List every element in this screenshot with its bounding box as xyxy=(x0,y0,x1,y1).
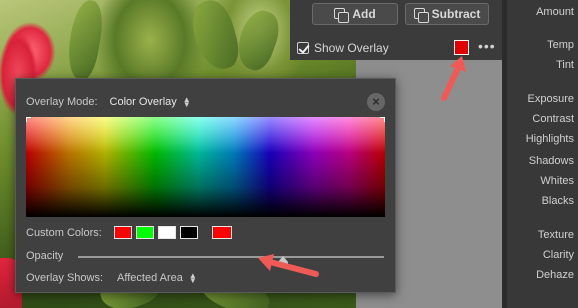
slider-label-amount: Amount xyxy=(536,6,574,18)
add-button-label: Add xyxy=(352,7,376,21)
custom-color-swatch[interactable] xyxy=(157,226,176,239)
app-window: Add Subtract Show Overlay ••• Amount Tem… xyxy=(0,0,578,308)
add-button[interactable]: Add xyxy=(312,3,398,25)
custom-color-swatch[interactable] xyxy=(113,226,132,239)
overlay-shows-value: Affected Area xyxy=(117,272,183,284)
opacity-label: Opacity xyxy=(26,250,64,262)
slider-label-shadows: Shadows xyxy=(528,155,574,167)
overlay-mode-label: Overlay Mode: xyxy=(26,96,98,108)
select-caret-icon: ▲ ▼ xyxy=(188,271,197,286)
overlay-mode-row: Overlay Mode: Color Overlay ▲ ▼ xyxy=(26,95,191,110)
spectrum-corner-marker xyxy=(26,117,31,122)
overlay-mode-select[interactable]: Color Overlay ▲ ▼ xyxy=(109,95,191,110)
overlay-settings-popover: Overlay Mode: Color Overlay ▲ ▼ × Custom C… xyxy=(15,78,396,293)
adjustments-panel: Amount Temp Tint Exposure Contrast Highl… xyxy=(507,0,578,308)
slider-label-blacks: Blacks xyxy=(541,195,574,207)
opacity-row: Opacity xyxy=(26,250,386,266)
overlay-mode-value: Color Overlay xyxy=(109,96,177,108)
slider-label-clarity: Clarity xyxy=(542,249,574,261)
spectrum-corner-marker xyxy=(380,117,385,122)
overlay-shows-label: Overlay Shows: xyxy=(26,272,104,284)
show-overlay-toggle[interactable]: Show Overlay xyxy=(297,38,389,58)
slider-label-whites: Whites xyxy=(540,175,574,187)
custom-color-swatches xyxy=(113,226,232,239)
custom-color-swatch[interactable] xyxy=(179,226,198,239)
custom-colors-row: Custom Colors: xyxy=(26,226,232,239)
opacity-slider[interactable] xyxy=(78,256,384,266)
slider-label-highlights: Highlights xyxy=(525,133,574,145)
slider-label-exposure: Exposure xyxy=(527,93,574,105)
subtract-button-label: Subtract xyxy=(431,7,481,21)
annotation-arrow-swatch xyxy=(441,56,466,101)
show-overlay-checkbox[interactable] xyxy=(297,42,309,54)
overlay-shows-select[interactable]: Affected Area ▲ ▼ xyxy=(117,271,197,286)
add-mask-icon xyxy=(334,7,350,23)
close-icon[interactable]: × xyxy=(367,93,385,111)
show-overlay-label: Show Overlay xyxy=(314,41,389,55)
slider-label-tint: Tint xyxy=(556,59,574,71)
annotation-arrow-opacity xyxy=(258,254,319,277)
custom-color-swatch[interactable] xyxy=(135,226,154,239)
overlay-shows-row: Overlay Shows: Affected Area ▲ ▼ xyxy=(26,271,197,286)
selected-color-swatch[interactable] xyxy=(211,226,232,239)
slider-label-texture: Texture xyxy=(537,229,574,241)
select-caret-icon: ▲ ▼ xyxy=(182,95,191,110)
slider-label-dehaze: Dehaze xyxy=(536,269,574,281)
slider-label-contrast: Contrast xyxy=(532,113,574,125)
more-options-icon[interactable]: ••• xyxy=(478,39,495,53)
subtract-mask-icon xyxy=(413,7,429,23)
custom-colors-label: Custom Colors: xyxy=(26,226,102,239)
slider-label-temp: Temp xyxy=(547,39,574,51)
subtract-button[interactable]: Subtract xyxy=(405,3,489,25)
color-spectrum-picker[interactable] xyxy=(26,117,385,217)
